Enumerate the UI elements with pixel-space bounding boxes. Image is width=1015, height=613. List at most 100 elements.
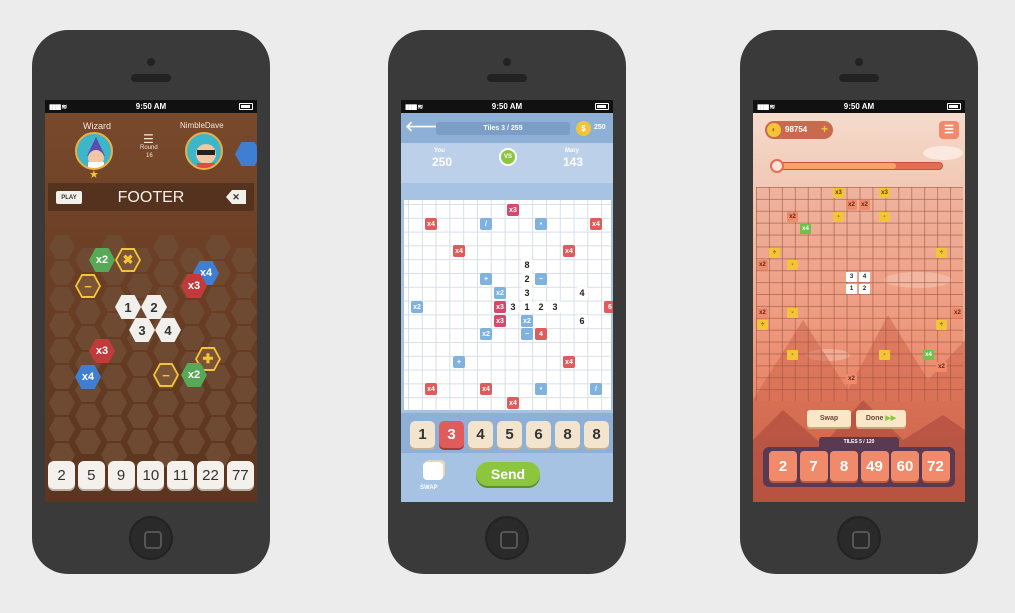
hex-cell[interactable] [231, 300, 257, 324]
grid-tile[interactable]: ÷ [757, 320, 768, 330]
rack-tile[interactable]: 5 [497, 421, 522, 448]
home-button[interactable] [485, 516, 529, 560]
hex-cell[interactable] [153, 235, 179, 259]
grid-tile[interactable]: x4 [480, 383, 492, 395]
grid-tile[interactable]: x2 [859, 200, 870, 210]
grid-tile[interactable]: x2 [757, 260, 768, 270]
hex-cell[interactable] [127, 274, 153, 298]
grid-tile[interactable]: x3 [494, 301, 506, 313]
send-button[interactable]: Send [476, 462, 540, 486]
player1-avatar[interactable] [75, 132, 113, 170]
swap-icon[interactable] [423, 462, 443, 480]
grid-tile[interactable]: / [480, 218, 492, 230]
grid-tile[interactable]: − [535, 273, 547, 285]
grid-tile[interactable]: x2 [936, 362, 947, 372]
grid-tile[interactable]: − [521, 328, 533, 340]
hex-cell[interactable] [205, 391, 231, 415]
grid-tile[interactable]: + [480, 273, 492, 285]
grid-tile[interactable]: x3 [494, 315, 506, 327]
game-grid[interactable]: x3 x4/• x4 x4 x4 8 +2− x2 3 4 x2 x3 3 1 2 3 6 x3 x2 6 x2−4 + x… [404, 200, 613, 410]
grid-tile[interactable]: x4 [590, 218, 602, 230]
grid-tile[interactable]: x4 [425, 218, 437, 230]
hex-cell[interactable] [153, 417, 179, 441]
rack-tile[interactable]: 6 [526, 421, 551, 448]
hex-cell[interactable] [49, 339, 75, 363]
rack-tile[interactable]: 7 [799, 451, 828, 481]
grid-tile[interactable]: 1 [846, 284, 857, 294]
hex-cell[interactable] [75, 430, 101, 454]
hex-cell[interactable] [231, 404, 257, 428]
rack-tile[interactable]: 11 [167, 461, 195, 489]
rack-tile[interactable]: 5 [77, 461, 105, 489]
grid-tile[interactable]: 3 [549, 301, 561, 313]
grid-tile[interactable]: x3 [879, 188, 890, 198]
rack-tile[interactable]: 2 [769, 451, 797, 481]
game-grid[interactable]: x3 x3 x2 x2 x2- - x4 ÷ ÷ x2-3 4 1 2 x2- x2 ÷ ÷ - - x4 x2 x2 [756, 187, 963, 401]
next-hex-button[interactable] [235, 142, 257, 166]
grid-tile[interactable]: x2 [480, 328, 492, 340]
grid-tile[interactable]: ÷ [936, 320, 947, 330]
hex-cell[interactable] [49, 261, 75, 285]
grid-tile[interactable]: x2 [521, 315, 533, 327]
hex-cell[interactable] [127, 404, 153, 428]
grid-tile[interactable]: - [879, 212, 890, 222]
hex-cell[interactable] [49, 287, 75, 311]
grid-tile[interactable]: ÷ [936, 248, 947, 258]
rack-tile[interactable]: 9 [107, 461, 135, 489]
grid-tile[interactable]: ÷ [769, 248, 780, 258]
grid-tile[interactable]: x4 [923, 350, 934, 360]
grid-tile[interactable]: x4 [453, 245, 465, 257]
home-button[interactable] [837, 516, 881, 560]
rack-tile[interactable]: 49 [860, 451, 889, 481]
done-button[interactable]: Done ▶▶ [856, 410, 906, 427]
grid-tile[interactable]: 3 [507, 301, 519, 313]
hex-cell[interactable] [179, 430, 205, 454]
player2-avatar[interactable] [185, 132, 223, 170]
hex-cell[interactable] [179, 404, 205, 428]
grid-tile[interactable]: x2 [411, 301, 423, 313]
grid-tile[interactable]: - [787, 308, 798, 318]
grid-tile[interactable]: x4 [563, 245, 575, 257]
hex-cell[interactable] [49, 391, 75, 415]
hex-cell[interactable] [179, 300, 205, 324]
menu-icon[interactable]: ☰ [143, 132, 154, 146]
grid-tile[interactable]: 2 [859, 284, 870, 294]
grid-tile[interactable]: 4 [535, 328, 547, 340]
grid-tile[interactable]: • [535, 383, 547, 395]
grid-tile[interactable]: x2 [787, 212, 798, 222]
rack-tile[interactable]: 10 [137, 461, 165, 489]
rack-tile[interactable]: 72 [921, 451, 950, 481]
hex-cell[interactable] [231, 274, 257, 298]
swap-button[interactable]: Swap [807, 410, 851, 427]
grid-tile[interactable]: - [787, 260, 798, 270]
hex-cell[interactable] [153, 339, 179, 363]
rack-tile[interactable]: 4 [468, 421, 493, 448]
grid-tile[interactable]: x3 [507, 204, 519, 216]
hex-cell[interactable] [231, 352, 257, 376]
hex-cell[interactable] [205, 313, 231, 337]
rack-tile[interactable]: 8 [830, 451, 858, 481]
home-button[interactable] [129, 516, 173, 560]
grid-tile[interactable]: - [787, 350, 798, 360]
grid-tile[interactable]: + [453, 356, 465, 368]
grid-tile[interactable]: x4 [800, 224, 811, 234]
hex-cell[interactable] [127, 378, 153, 402]
grid-tile[interactable]: 8 [521, 259, 533, 271]
grid-tile[interactable]: 3 [521, 287, 533, 299]
hex-cell[interactable] [101, 391, 127, 415]
grid-tile[interactable]: 2 [535, 301, 547, 313]
rack-tile[interactable]: 8 [555, 421, 580, 448]
hex-cell[interactable] [205, 417, 231, 441]
grid-tile[interactable]: x2 [846, 374, 857, 384]
rack-tile[interactable]: 60 [891, 451, 919, 481]
hex-cell[interactable] [49, 313, 75, 337]
hex-cell[interactable] [49, 365, 75, 389]
rack-tile[interactable]: 8 [584, 421, 609, 448]
hex-board[interactable]: x2 ✖ x4− x3 1 2 3 4 x3 ✚ x4− x2 [45, 235, 257, 467]
hex-tile[interactable]: − [75, 274, 101, 298]
grid-tile[interactable]: 1 [521, 301, 533, 313]
hex-cell[interactable] [49, 235, 75, 259]
grid-tile[interactable]: / [590, 383, 602, 395]
grid-tile[interactable]: 6 [604, 301, 613, 313]
hex-cell[interactable] [49, 417, 75, 441]
